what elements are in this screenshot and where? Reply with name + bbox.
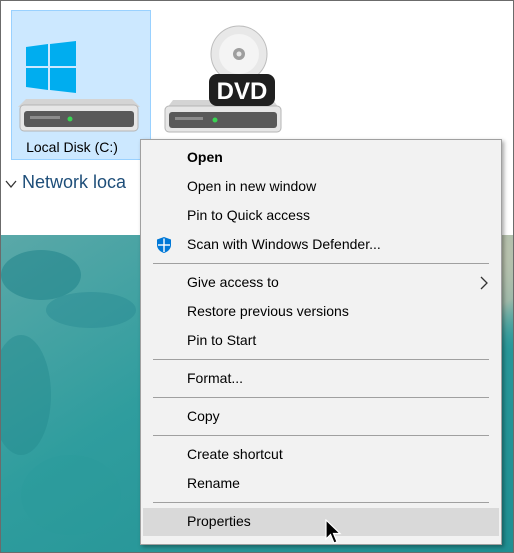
drive-local-disk-c[interactable]: Local Disk (C:) [11,10,151,160]
context-menu: Open Open in new window Pin to Quick acc… [140,139,502,545]
menu-item-give-access[interactable]: Give access to [143,269,499,297]
menu-item-label: Restore previous versions [187,303,349,319]
windows-drive-icon [18,41,140,132]
menu-separator [153,435,489,436]
menu-item-restore-versions[interactable]: Restore previous versions [143,298,499,326]
menu-item-format[interactable]: Format... [143,365,499,393]
menu-item-copy[interactable]: Copy [143,403,499,431]
menu-item-label: Give access to [187,274,279,290]
menu-item-label: Format... [187,370,244,386]
menu-item-label: Open in new window [187,178,317,194]
drive-dvd[interactable]: DVD [153,10,293,160]
network-locations-label: Network loca [22,172,127,192]
menu-item-rename[interactable]: Rename [143,470,499,498]
menu-item-create-shortcut[interactable]: Create shortcut [143,441,499,469]
chevron-down-icon [5,180,17,189]
menu-item-pin-start[interactable]: Pin to Start [143,327,499,355]
menu-item-open-new-window[interactable]: Open in new window [143,173,499,201]
drive-label-c: Local Disk (C:) [26,139,118,155]
menu-item-label: Create shortcut [187,446,283,462]
menu-item-label: Copy [187,408,220,424]
menu-item-label: Open [187,149,223,165]
menu-item-pin-quick-access[interactable]: Pin to Quick access [143,202,499,230]
menu-item-scan-defender[interactable]: Scan with Windows Defender... [143,231,499,259]
menu-item-label: Properties [187,513,251,529]
menu-item-label: Rename [187,475,240,491]
menu-item-label: Pin to Quick access [187,207,310,223]
menu-separator [153,263,489,264]
dvd-badge-label: DVD [216,78,268,105]
mouse-cursor-icon [325,519,342,544]
screenshot-frame: Local Disk (C:) DVD Network loca Open Op… [0,0,514,553]
menu-separator [153,397,489,398]
menu-separator [153,359,489,360]
windows-defender-shield-icon [157,237,171,253]
menu-item-properties[interactable]: Properties [143,508,499,536]
menu-item-open[interactable]: Open [143,144,499,172]
chevron-right-icon [480,276,488,290]
menu-item-label: Pin to Start [187,332,257,348]
menu-separator [153,502,489,503]
menu-item-label: Scan with Windows Defender... [187,236,381,252]
